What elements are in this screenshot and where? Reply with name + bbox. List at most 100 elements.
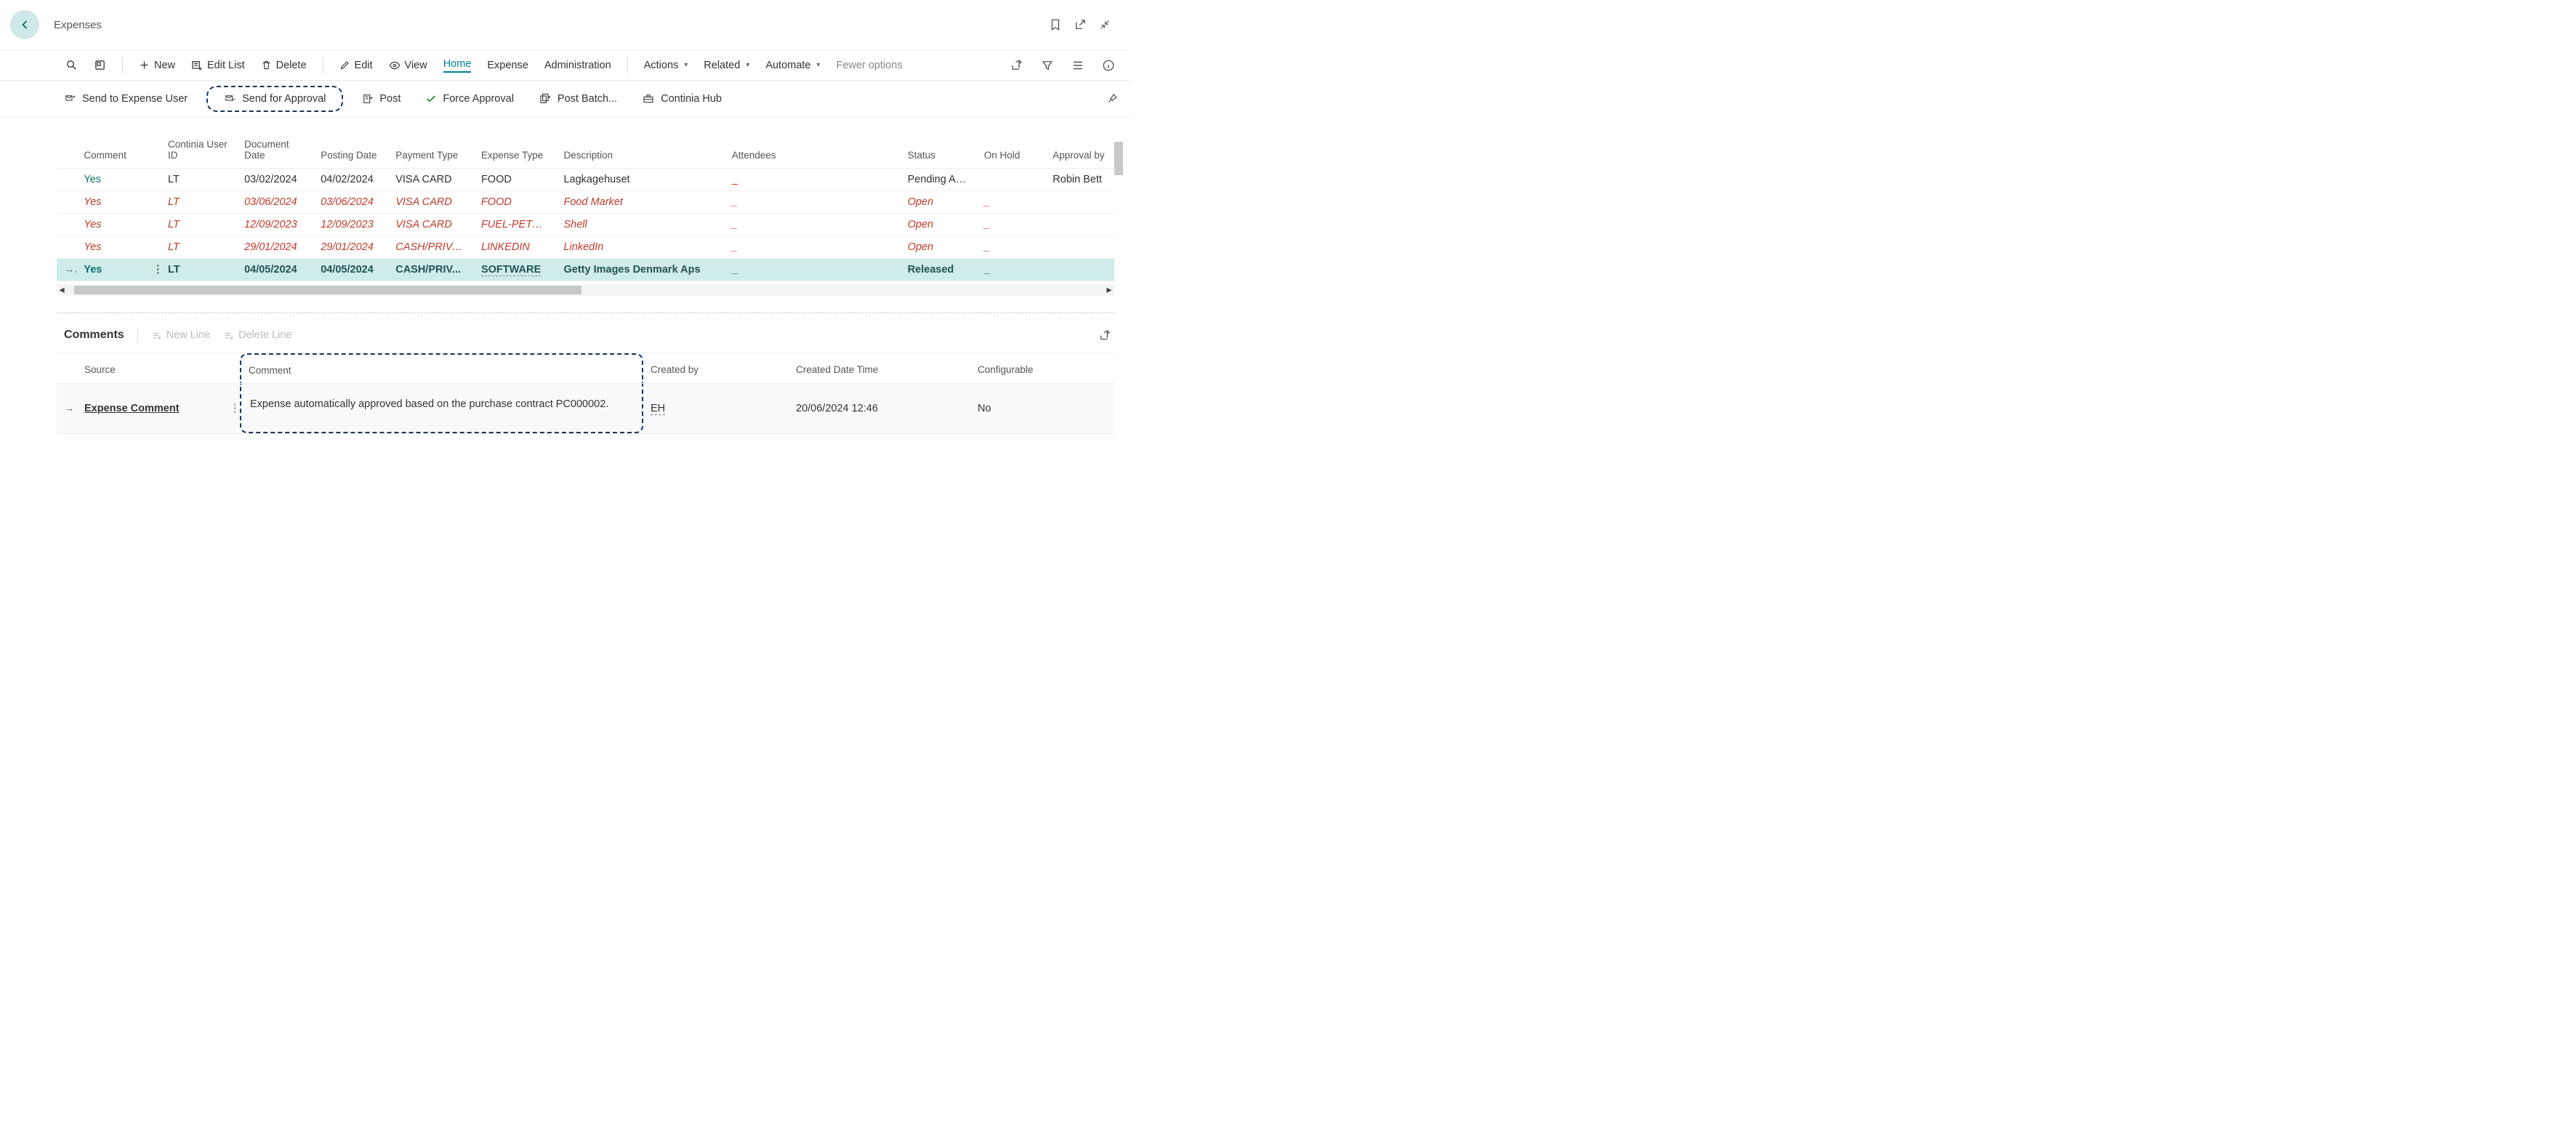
new-button[interactable]: New xyxy=(132,57,182,74)
cell-expense-type: SOFTWARE xyxy=(474,259,557,281)
post-batch-button[interactable]: Post Batch... xyxy=(533,90,623,108)
tab-administration[interactable]: Administration xyxy=(537,57,619,74)
expense-type-link[interactable]: SOFTWARE xyxy=(481,264,541,276)
comment-link[interactable]: Yes xyxy=(84,241,101,253)
share-button[interactable] xyxy=(1007,55,1027,76)
continia-hub-button[interactable]: Continia Hub xyxy=(636,90,728,108)
delete-line-icon xyxy=(223,330,234,341)
table-row[interactable]: YesLT03/02/202404/02/2024VISA CARDFOODLa… xyxy=(57,169,1114,191)
fewer-options-button[interactable]: Fewer options xyxy=(829,57,909,74)
comments-panel: Comments New Line Delete Line Source xyxy=(57,322,1114,434)
scroll-left-icon[interactable]: ◂ xyxy=(57,284,67,296)
ccol-configurable[interactable]: Configurable xyxy=(970,353,1114,384)
cell-approval-by xyxy=(1045,214,1114,236)
cell-user: LT xyxy=(161,236,237,259)
cell-attendees: _ xyxy=(725,169,901,191)
cell-attendees: _ xyxy=(725,236,901,259)
cell-expense-type: LINKEDIN xyxy=(474,236,557,259)
menu-related-label: Related xyxy=(704,60,740,71)
vscroll-thumb[interactable] xyxy=(1114,142,1123,175)
popout-button[interactable] xyxy=(1068,12,1092,37)
pin-icon xyxy=(1106,92,1119,105)
tab-home[interactable]: Home xyxy=(436,55,479,76)
cell-status: Open xyxy=(901,214,977,236)
cell-on-hold: _ xyxy=(977,236,1046,259)
row-menu-icon[interactable]: ⋮ xyxy=(230,403,241,414)
back-button[interactable] xyxy=(10,10,39,39)
send-to-user-button[interactable]: Send to Expense User xyxy=(58,90,193,108)
col-attendees[interactable]: Attendees xyxy=(725,134,901,169)
col-status[interactable]: Status xyxy=(901,134,977,169)
col-payment-type[interactable]: Payment Type xyxy=(388,134,474,169)
col-approval-by[interactable]: Approval by xyxy=(1045,134,1114,169)
menu-actions[interactable]: Actions▾ xyxy=(637,57,696,74)
ccol-comment[interactable]: Comment xyxy=(240,353,643,383)
new-line-icon xyxy=(151,330,162,341)
tab-expense[interactable]: Expense xyxy=(480,57,535,74)
comments-header: Comments New Line Delete Line xyxy=(57,322,1114,353)
comment-link[interactable]: Yes xyxy=(84,196,101,208)
post-button[interactable]: Post xyxy=(356,90,406,108)
search-icon xyxy=(65,59,78,71)
ribbon-primary: New Edit List Delete Edit View Home Expe… xyxy=(0,50,1130,81)
comment-link[interactable]: Yes xyxy=(84,219,101,230)
view-button[interactable]: View xyxy=(382,57,435,74)
ccol-created-dt[interactable]: Created Date Time xyxy=(789,353,970,384)
ccol-created-by[interactable]: Created by xyxy=(643,353,789,384)
col-doc-date[interactable]: Document Date xyxy=(237,134,313,169)
cell-status: Open xyxy=(901,191,977,214)
info-button[interactable] xyxy=(1098,55,1119,76)
table-row[interactable]: YesLT03/06/202403/06/2024VISA CARDFOODFo… xyxy=(57,191,1114,214)
comment-row[interactable]: → Expense Comment ⋮ Expense automaticall… xyxy=(57,384,1114,434)
list-view-button[interactable] xyxy=(1068,55,1088,76)
collapse-icon xyxy=(1099,19,1111,31)
col-comment[interactable]: Comment xyxy=(76,134,145,169)
cell-payment-type: CASH/PRIVAT... xyxy=(388,236,474,259)
collapse-button[interactable] xyxy=(1092,12,1117,37)
cell-posting-date: 12/09/2023 xyxy=(313,214,388,236)
table-row[interactable]: YesLT12/09/202312/09/2023VISA CARDFUEL-P… xyxy=(57,214,1114,236)
menu-automate[interactable]: Automate▾ xyxy=(758,57,827,74)
panel-share-button[interactable] xyxy=(1099,329,1111,342)
edit-list-button[interactable]: Edit List xyxy=(184,57,252,74)
cell-doc-date: 03/06/2024 xyxy=(237,191,313,214)
row-menu-icon[interactable]: ⋮ xyxy=(153,264,161,276)
cell-approval-by xyxy=(1045,236,1114,259)
col-expense-type[interactable]: Expense Type xyxy=(474,134,557,169)
edit-button[interactable]: Edit xyxy=(332,57,380,74)
scroll-right-icon[interactable]: ▸ xyxy=(1104,284,1114,296)
table-row[interactable]: →Yes⋮LT04/05/202404/05/2024CASH/PRIV...S… xyxy=(57,259,1114,281)
cell-doc-date: 04/05/2024 xyxy=(237,259,313,281)
comment-source-link[interactable]: Expense Comment xyxy=(84,403,180,414)
menu-related[interactable]: Related▾ xyxy=(696,57,757,74)
scroll-thumb[interactable] xyxy=(74,286,581,294)
fewer-options-label: Fewer options xyxy=(836,60,902,71)
layout-button[interactable] xyxy=(86,56,113,74)
comment-link[interactable]: Yes xyxy=(84,264,102,276)
cell-expense-type: FUEL-PETROL xyxy=(474,214,557,236)
comment-link[interactable]: Yes xyxy=(84,174,101,185)
popout-icon xyxy=(1074,18,1087,31)
search-button[interactable] xyxy=(58,56,85,74)
vertical-scrollbar[interactable] xyxy=(1114,142,1123,434)
pin-button[interactable] xyxy=(1106,92,1119,105)
cell-on-hold xyxy=(977,169,1046,191)
cell-attendees: _ xyxy=(725,191,901,214)
col-on-hold[interactable]: On Hold xyxy=(977,134,1046,169)
col-posting-date[interactable]: Posting Date xyxy=(313,134,388,169)
send-for-approval-button[interactable]: Send for Approval xyxy=(218,90,331,108)
bookmark-button[interactable] xyxy=(1043,12,1068,37)
col-description[interactable]: Description xyxy=(556,134,724,169)
horizontal-scrollbar[interactable]: ◂ ▸ xyxy=(57,284,1114,296)
ccol-source[interactable]: Source xyxy=(77,353,222,384)
grid-header-row: Comment Continia User ID Document Date P… xyxy=(57,134,1114,169)
send-for-approval-label: Send for Approval xyxy=(242,93,326,105)
cell-user: LT xyxy=(161,259,237,281)
cell-payment-type: CASH/PRIV... xyxy=(388,259,474,281)
filter-button[interactable] xyxy=(1037,55,1058,76)
force-approval-button[interactable]: Force Approval xyxy=(419,90,520,108)
delete-button[interactable]: Delete xyxy=(254,57,314,74)
col-user-id[interactable]: Continia User ID xyxy=(161,134,237,169)
created-by-link[interactable]: EH xyxy=(651,403,665,415)
table-row[interactable]: YesLT29/01/202429/01/2024CASH/PRIVAT...L… xyxy=(57,236,1114,259)
